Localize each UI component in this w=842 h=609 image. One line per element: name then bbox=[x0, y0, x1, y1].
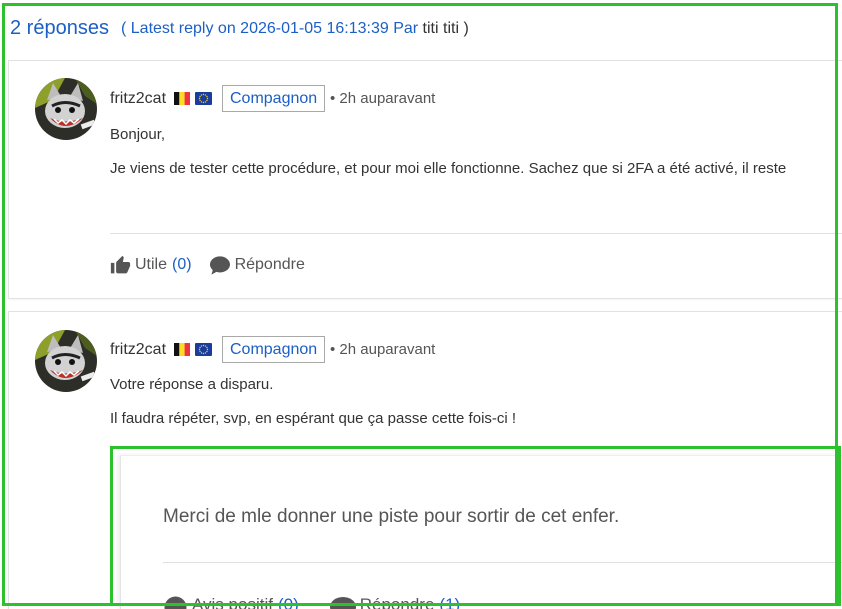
nested-reply-text: Merci de mle donner une piste pour sorti… bbox=[163, 506, 620, 527]
rank-badge: Compagnon bbox=[222, 336, 326, 363]
reply-actions: Utile (0) Répondre bbox=[110, 253, 305, 277]
positive-feedback-button[interactable]: Avis positif (0) bbox=[163, 595, 299, 609]
reply-button[interactable]: Répondre bbox=[208, 255, 305, 276]
belgium-flag-icon bbox=[174, 92, 190, 105]
chat-bubble-icon bbox=[209, 255, 230, 275]
latest-reply-text: ( Latest reply on 2026-01-05 16:13:39 Pa… bbox=[121, 20, 419, 37]
belgium-flag-icon bbox=[174, 343, 190, 356]
reply-paragraph: Il faudra répéter, svp, en espérant que … bbox=[110, 410, 517, 427]
nested-reply-button[interactable]: Répondre (1) bbox=[329, 595, 460, 609]
rank-badge: Compagnon bbox=[222, 85, 326, 112]
reply-time: • 2h auparavant bbox=[330, 341, 436, 358]
reply-paragraph: Je viens de tester cette procédure, et p… bbox=[110, 160, 787, 177]
useful-label: Utile bbox=[135, 256, 168, 273]
nested-reply-actions: Avis positif (0) Répondre (1) bbox=[163, 595, 460, 609]
divider bbox=[163, 562, 842, 563]
reply-paragraph: Bonjour, bbox=[110, 126, 166, 143]
reply-label: Répondre bbox=[234, 256, 305, 273]
reply-card: fritz2cat Compagnon • 2h auparavant Votr… bbox=[8, 311, 842, 609]
eu-flag-icon bbox=[195, 92, 212, 105]
useful-button[interactable]: Utile (0) bbox=[110, 255, 192, 276]
thumbs-up-icon bbox=[110, 255, 131, 273]
avatar[interactable] bbox=[35, 78, 97, 140]
replies-count: 2 réponses bbox=[10, 17, 109, 39]
avatar-image bbox=[35, 330, 97, 392]
latest-reply-author-link[interactable]: titi titi bbox=[423, 20, 459, 37]
reply-paragraph: Votre réponse a disparu. bbox=[110, 376, 274, 393]
nested-reply-label: Répondre bbox=[359, 595, 435, 609]
positive-feedback-count[interactable]: (0) bbox=[278, 595, 299, 609]
reply-time: • 2h auparavant bbox=[330, 90, 436, 107]
nested-reply-box: Merci de mle donner une piste pour sorti… bbox=[120, 455, 842, 609]
eu-flag-icon bbox=[195, 343, 212, 356]
chat-bubble-icon bbox=[329, 597, 356, 609]
positive-feedback-label: Avis positif bbox=[192, 595, 273, 609]
latest-reply-close: ) bbox=[463, 20, 469, 37]
avatar-image bbox=[35, 78, 97, 140]
username-link[interactable]: fritz2cat bbox=[110, 89, 166, 109]
divider bbox=[110, 233, 842, 234]
reply-card: fritz2cat Compagnon • 2h auparavant Bonj… bbox=[8, 60, 842, 299]
useful-count[interactable]: (0) bbox=[172, 256, 192, 274]
nested-reply-count[interactable]: (1) bbox=[439, 595, 460, 609]
thumbs-up-circle-icon bbox=[164, 596, 187, 609]
username-link[interactable]: fritz2cat bbox=[110, 340, 166, 360]
avatar[interactable] bbox=[35, 330, 97, 392]
latest-reply-info: ( Latest reply on 2026-01-05 16:13:39 Pa… bbox=[121, 19, 469, 39]
